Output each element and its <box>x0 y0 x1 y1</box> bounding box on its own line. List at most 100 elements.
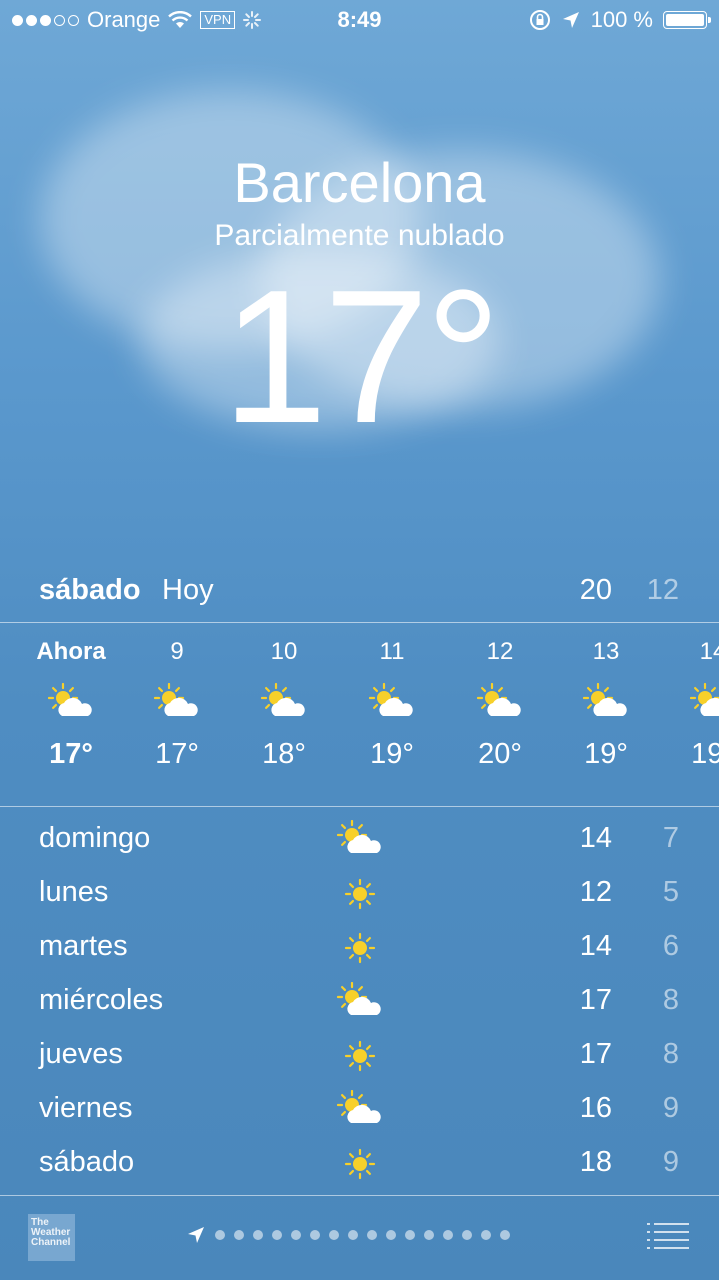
hourly-item: 13 19° <box>553 624 659 771</box>
today-summary: sábado Hoy 20 12 <box>0 574 719 620</box>
partly-cloudy-icon <box>231 668 337 738</box>
page-dot[interactable] <box>386 1230 396 1240</box>
hour-temperature: 17° <box>155 738 199 770</box>
day-low: 5 <box>662 876 679 908</box>
location-arrow-icon <box>562 12 579 28</box>
day-high: 12 <box>579 876 612 908</box>
hour-temperature: 19° <box>691 738 719 770</box>
partly-cloudy-icon <box>124 668 230 738</box>
page-dot[interactable] <box>215 1230 225 1240</box>
partly-cloudy-icon <box>337 982 383 1022</box>
page-dot[interactable] <box>367 1230 377 1240</box>
page-dot[interactable] <box>443 1230 453 1240</box>
hour-temperature: 20° <box>478 738 522 770</box>
partly-cloudy-icon <box>660 668 719 738</box>
day-name: lunes <box>39 876 109 908</box>
current-condition: Parcialmente nublado <box>214 219 505 252</box>
partly-cloudy-icon <box>337 820 383 860</box>
day-high: 17 <box>579 984 612 1016</box>
page-dot[interactable] <box>291 1230 301 1240</box>
day-low: 8 <box>662 1038 679 1070</box>
hour-label: 11 <box>379 638 405 665</box>
divider <box>0 1195 719 1196</box>
day-high: 14 <box>579 822 612 854</box>
partly-cloudy-icon <box>447 668 553 738</box>
hourly-item: 10 18° <box>231 624 337 771</box>
city-list-icon[interactable] <box>647 1221 689 1251</box>
day-high: 14 <box>579 930 612 962</box>
page-dot[interactable] <box>424 1230 434 1240</box>
day-name: miércoles <box>39 984 164 1016</box>
day-low: 6 <box>662 930 679 962</box>
page-dot[interactable] <box>310 1230 320 1240</box>
daily-row: sábado 18 9 <box>0 1136 719 1190</box>
status-bar: Orange VPN 8:49 100 % <box>0 0 719 40</box>
partly-cloudy-icon <box>553 668 659 738</box>
current-temperature: 17° <box>221 251 501 463</box>
page-dot[interactable] <box>329 1230 339 1240</box>
day-name: jueves <box>39 1038 123 1070</box>
bottom-toolbar: The Weather Channel <box>0 1197 719 1280</box>
hour-label: 12 <box>486 638 514 665</box>
page-dot[interactable] <box>481 1230 491 1240</box>
hour-temperature: 17° <box>49 738 93 770</box>
today-day: sábado <box>39 574 141 606</box>
daily-row: martes 14 6 <box>0 920 719 974</box>
hourly-item: 14 19° <box>660 624 719 771</box>
weather-channel-logo[interactable]: The Weather Channel <box>28 1214 75 1261</box>
battery-icon <box>663 11 711 29</box>
partly-cloudy-icon <box>339 668 445 738</box>
hour-label: 14 <box>699 638 719 665</box>
day-high: 18 <box>579 1146 612 1178</box>
page-dot[interactable] <box>348 1230 358 1240</box>
hour-label: 10 <box>270 638 298 665</box>
day-high: 17 <box>579 1038 612 1070</box>
hour-temperature: 19° <box>584 738 628 770</box>
hourly-item: 11 19° <box>339 624 445 771</box>
hour-label: 13 <box>592 638 620 665</box>
city-name: Barcelona <box>233 151 486 214</box>
day-name: viernes <box>39 1092 133 1124</box>
daily-row: viernes 16 9 <box>0 1082 719 1136</box>
day-name: martes <box>39 930 128 962</box>
day-low: 7 <box>662 822 679 854</box>
hourly-forecast[interactable]: Ahora 17° 9 17° 10 18° 11 19° 12 20° 13 … <box>0 624 719 806</box>
page-dot[interactable] <box>405 1230 415 1240</box>
page-dot[interactable] <box>272 1230 282 1240</box>
day-name: domingo <box>39 822 151 854</box>
rotation-lock-icon <box>529 10 550 30</box>
today-high: 20 <box>579 574 612 606</box>
today-label: Hoy <box>162 574 214 606</box>
sun-icon <box>337 1036 383 1076</box>
sun-icon <box>337 874 383 914</box>
page-indicator[interactable] <box>186 1225 510 1245</box>
page-dot[interactable] <box>253 1230 263 1240</box>
partly-cloudy-icon <box>337 1090 383 1130</box>
hourly-item: Ahora 17° <box>18 624 124 771</box>
battery-percent: 100 % <box>590 7 653 32</box>
hourly-item: 12 20° <box>447 624 553 771</box>
partly-cloudy-icon <box>18 668 124 738</box>
page-dot[interactable] <box>462 1230 472 1240</box>
today-low: 12 <box>646 574 679 606</box>
divider <box>0 622 719 623</box>
daily-row: lunes 12 5 <box>0 866 719 920</box>
hour-label: Ahora <box>36 638 106 665</box>
daily-forecast[interactable]: domingo 14 7 lunes 12 5 martes 14 6 miér… <box>0 812 719 1190</box>
day-low: 8 <box>662 984 679 1016</box>
daily-row: jueves 17 8 <box>0 1028 719 1082</box>
day-name: sábado <box>39 1146 135 1178</box>
page-dot[interactable] <box>234 1230 244 1240</box>
sun-icon <box>337 1144 383 1184</box>
divider <box>0 806 719 807</box>
day-high: 16 <box>579 1092 612 1124</box>
sun-icon <box>337 928 383 968</box>
hour-label: 9 <box>170 638 184 665</box>
day-low: 9 <box>662 1092 679 1124</box>
current-location-icon <box>188 1227 204 1243</box>
daily-row: miércoles 17 8 <box>0 974 719 1028</box>
hourly-item: 9 17° <box>124 624 230 771</box>
day-low: 9 <box>662 1146 679 1178</box>
page-dot[interactable] <box>500 1230 510 1240</box>
hour-temperature: 19° <box>370 738 414 770</box>
